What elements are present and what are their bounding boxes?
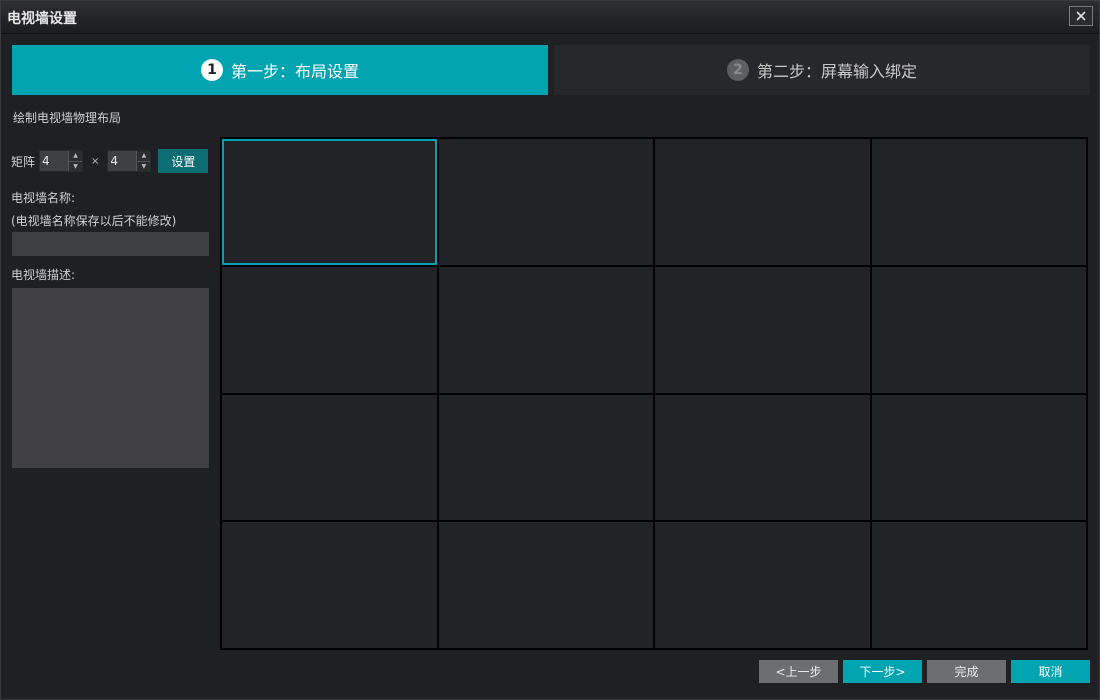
cols-value: 4 — [110, 154, 119, 168]
tv-wall-settings-dialog: 电视墙设置 1 第一步：布局设置 2 第二步：屏幕输入绑定 绘制电视墙物理布局 … — [0, 0, 1100, 700]
title-bar: 电视墙设置 — [1, 1, 1099, 34]
grid-cell[interactable] — [871, 266, 1086, 393]
wall-description-label: 电视墙描述: — [11, 268, 76, 282]
step-2-number: 2 — [726, 59, 749, 81]
grid-cell[interactable] — [438, 139, 653, 265]
step-1-label: 第一步：布局设置 — [230, 62, 359, 81]
wall-name-label: 电视墙名称: — [11, 191, 76, 205]
cols-up-arrow-icon[interactable]: ▲ — [136, 151, 151, 161]
wall-description-input[interactable] — [12, 288, 209, 468]
wall-name-hint: (电视墙名称保存以后不能修改) — [11, 214, 177, 228]
section-title: 绘制电视墙物理布局 — [13, 111, 122, 125]
next-step-button[interactable]: 下一步> — [843, 660, 922, 683]
grid-cell[interactable] — [655, 394, 870, 521]
matrix-label: 矩阵 — [11, 154, 36, 169]
cols-down-arrow-icon[interactable]: ▼ — [136, 160, 151, 171]
rows-up-arrow-icon[interactable]: ▲ — [68, 151, 83, 161]
rows-down-arrow-icon[interactable]: ▼ — [68, 160, 83, 171]
matrix-row: 矩阵 4 ▲ ▼ × 4 ▲ ▼ 设置 — [11, 149, 211, 173]
grid-cell[interactable] — [438, 266, 653, 393]
grid-cell[interactable] — [438, 394, 653, 521]
window-title: 电视墙设置 — [7, 11, 77, 27]
grid-cell[interactable] — [871, 394, 1086, 521]
cols-spinbox[interactable]: 4 ▲ ▼ — [107, 150, 152, 172]
grid-cell[interactable] — [655, 139, 870, 265]
grid-cell[interactable] — [871, 522, 1086, 648]
tv-wall-layout-grid — [220, 137, 1088, 650]
grid-cell[interactable] — [438, 522, 653, 648]
grid-cell[interactable] — [222, 266, 437, 393]
wall-name-input[interactable] — [12, 232, 209, 256]
step-1-layout-tab[interactable]: 1 第一步：布局设置 — [12, 45, 548, 95]
grid-cell[interactable] — [222, 139, 437, 265]
grid-cell[interactable] — [222, 394, 437, 521]
grid-cell[interactable] — [871, 139, 1086, 265]
finish-button[interactable]: 完成 — [927, 660, 1006, 683]
step-2-label: 第二步：屏幕输入绑定 — [756, 62, 917, 81]
rows-value: 4 — [42, 154, 50, 168]
close-icon — [1076, 11, 1086, 21]
cancel-button[interactable]: 取消 — [1011, 660, 1090, 683]
step-1-number: 1 — [200, 59, 223, 81]
step-2-binding-tab[interactable]: 2 第二步：屏幕输入绑定 — [554, 45, 1090, 95]
set-button[interactable]: 设置 — [158, 149, 209, 173]
times-sign: × — [91, 155, 100, 167]
close-button[interactable] — [1069, 6, 1093, 26]
previous-step-button[interactable]: <上一步 — [759, 660, 838, 683]
grid-cell[interactable] — [655, 522, 870, 648]
grid-cell[interactable] — [655, 266, 870, 393]
grid-cell[interactable] — [222, 522, 437, 648]
rows-spinbox[interactable]: 4 ▲ ▼ — [39, 150, 84, 172]
